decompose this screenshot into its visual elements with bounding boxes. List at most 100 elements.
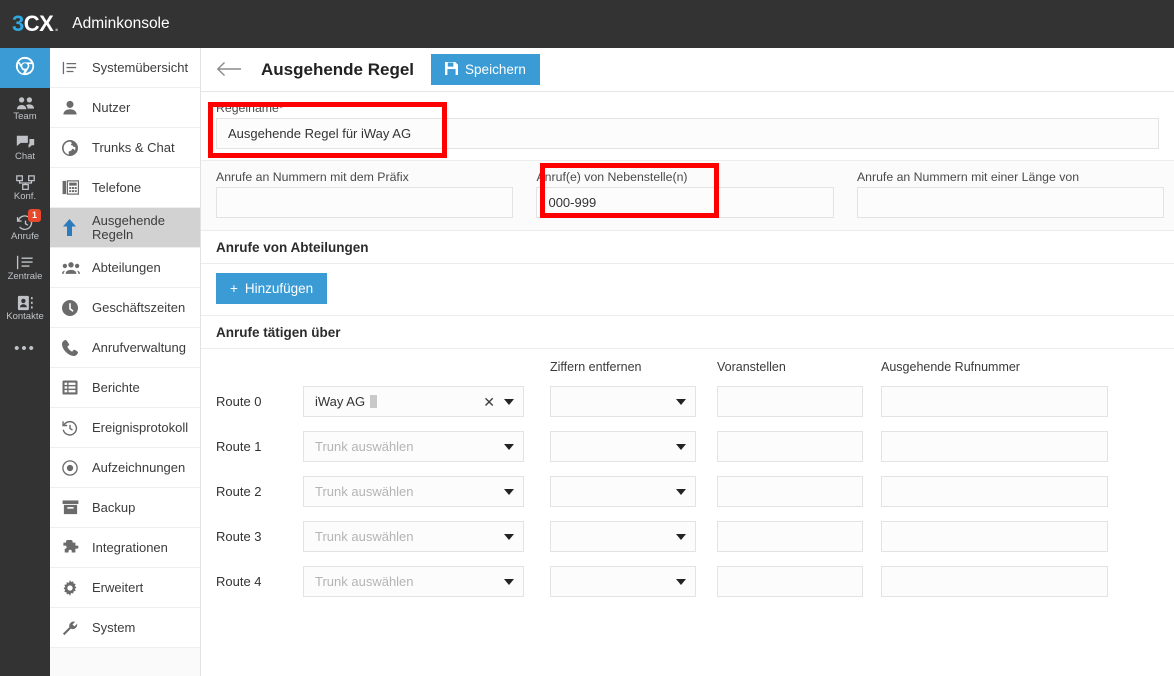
strip-digits-select[interactable] (550, 566, 696, 597)
sidebar-item-system[interactable]: System (50, 608, 200, 648)
rail-item-anrufe[interactable]: 1 Anrufe (0, 208, 50, 248)
outbound-cid-input[interactable] (881, 566, 1108, 597)
save-button[interactable]: Speichern (431, 54, 540, 85)
sidebar-item-ereignisprotokoll[interactable]: Ereignisprotokoll (50, 408, 200, 448)
icon-rail: Team Chat Konf. 1 Anrufe Zentrale Kontak… (0, 48, 50, 676)
prepend-input[interactable] (717, 476, 863, 507)
sidebar-item-systemubersicht[interactable]: Systemübersicht (50, 48, 200, 88)
add-department-label: Hinzufügen (244, 281, 314, 296)
sidebar-item-geschaeftszeiten[interactable]: Geschäftszeiten (50, 288, 200, 328)
outbound-cid-cell (881, 566, 1110, 597)
chevron-down-icon (504, 533, 514, 540)
trunk-cell: Trunk auswählen (303, 431, 550, 462)
sidebar-label: Ereignisprotokoll (92, 420, 189, 435)
route-label: Route 4 (216, 574, 262, 589)
departments-title-section: Anrufe von Abteilungen (201, 231, 1174, 264)
sidebar-item-backup[interactable]: Backup (50, 488, 200, 528)
rail-item-team[interactable]: Team (0, 88, 50, 128)
sidebar-label: Backup (92, 500, 136, 515)
rail-label-kontakte: Kontakte (6, 311, 44, 322)
table-row: Route 1 Trunk auswählen (216, 424, 1159, 469)
outbound-cid-input[interactable] (881, 476, 1108, 507)
strip-digits-select[interactable] (550, 476, 696, 507)
chevron-down-icon (676, 398, 686, 405)
strip-digits-select[interactable] (550, 386, 696, 417)
prefix-input[interactable] (216, 187, 514, 218)
sidebar-item-ausgehende-regeln[interactable]: Ausgehende Regeln (50, 208, 200, 248)
trunk-placeholder: Trunk auswählen (315, 484, 414, 499)
rail-item-konferenz[interactable]: Konf. (0, 168, 50, 208)
rail-item-chat[interactable]: Chat (0, 128, 50, 168)
chevron-down-icon (676, 443, 686, 450)
strip-digits-select[interactable] (550, 431, 696, 462)
logo-dot: . (54, 18, 59, 35)
sidebar-item-anrufverwaltung[interactable]: Anrufverwaltung (50, 328, 200, 368)
sidebar-item-abteilungen[interactable]: Abteilungen (50, 248, 200, 288)
trunk-select[interactable]: Trunk auswählen (303, 566, 524, 597)
handset-icon (62, 339, 84, 357)
rail-item-kontakte[interactable]: Kontakte (0, 288, 50, 328)
rule-name-section: Regelname* (201, 92, 1174, 161)
trunk-select[interactable]: iWay AG ✕ (303, 386, 524, 417)
rail-label-chat: Konf. (13, 191, 37, 202)
outbound-cid-input[interactable] (881, 431, 1108, 462)
rule-name-input[interactable] (216, 118, 1159, 149)
sidebar-label: Geschäftszeiten (92, 300, 186, 315)
outbound-cid-cell (881, 386, 1110, 417)
strip-digits-select[interactable] (550, 521, 696, 552)
rail-label-konferenz: Chat (14, 151, 36, 162)
extensions-label: Anruf(e) von Nebenstelle(n) (536, 170, 688, 184)
sidebar-label: Nutzer (92, 100, 131, 115)
trunk-placeholder: Trunk auswählen (315, 529, 414, 544)
sidebar-item-erweitert[interactable]: Erweitert (50, 568, 200, 608)
app-title: Adminkonsole (72, 15, 170, 32)
sidebar-item-nutzer[interactable]: Nutzer (50, 88, 200, 128)
sidebar-item-trunks-chat[interactable]: Trunks & Chat (50, 128, 200, 168)
length-label: Anrufe an Nummern mit einer Länge von (856, 170, 1080, 184)
trunk-cell: Trunk auswählen (303, 566, 550, 597)
extensions-field-group: Anruf(e) von Nebenstelle(n) (536, 170, 856, 218)
sidebar-label: Erweitert (92, 580, 144, 595)
sidebar-label: Systemübersicht (92, 60, 189, 75)
add-department-button[interactable]: + Hinzufügen (216, 273, 328, 304)
sidebar-item-aufzeichnungen[interactable]: Aufzeichnungen (50, 448, 200, 488)
arrow-left-icon[interactable] (216, 59, 242, 81)
logo-cx: CX (23, 11, 54, 36)
sidebar-item-telefone[interactable]: Telefone (50, 168, 200, 208)
trunk-select[interactable]: Trunk auswählen (303, 431, 524, 462)
prepend-input[interactable] (717, 431, 863, 462)
strip-cell (550, 521, 717, 552)
prepend-input[interactable] (717, 386, 863, 417)
history-icon (62, 419, 84, 437)
extensions-input[interactable] (536, 187, 834, 218)
sidebar-label: Trunks & Chat (92, 140, 175, 155)
save-disk-icon (445, 61, 459, 78)
trunk-select[interactable]: Trunk auswählen (303, 521, 524, 552)
length-input[interactable] (856, 187, 1164, 218)
switchboard-icon (16, 254, 35, 271)
outbound-cid-input[interactable] (881, 386, 1108, 417)
outbound-cid-cell (881, 521, 1110, 552)
rail-item-browser[interactable] (0, 48, 50, 88)
prepend-cell (717, 566, 881, 597)
app-logo: 3 CX . (12, 11, 59, 37)
logo-3: 3 (12, 11, 24, 36)
clock-icon (62, 299, 84, 317)
call-filters-section: Anrufe an Nummern mit dem Präfix Anruf(e… (201, 161, 1174, 231)
outbound-cid-input[interactable] (881, 521, 1108, 552)
rail-item-zentrale[interactable]: Zentrale (0, 248, 50, 288)
route-label: Route 2 (216, 484, 262, 499)
routes-table: Ziffern entfernen Voranstellen Ausgehend… (201, 349, 1174, 604)
rail-item-more[interactable]: ••• (0, 328, 50, 368)
routing-title: Anrufe tätigen über (216, 325, 341, 340)
outbound-cid-cell (881, 431, 1110, 462)
gear-icon (62, 579, 84, 597)
sidebar-item-integrationen[interactable]: Integrationen (50, 528, 200, 568)
close-icon[interactable]: ✕ (483, 395, 495, 409)
trunk-select[interactable]: Trunk auswählen (303, 476, 524, 507)
dashboard-icon (62, 59, 84, 77)
sidebar-item-berichte[interactable]: Berichte (50, 368, 200, 408)
prepend-input[interactable] (717, 521, 863, 552)
table-row: Route 2 Trunk auswählen (216, 469, 1159, 514)
prepend-input[interactable] (717, 566, 863, 597)
